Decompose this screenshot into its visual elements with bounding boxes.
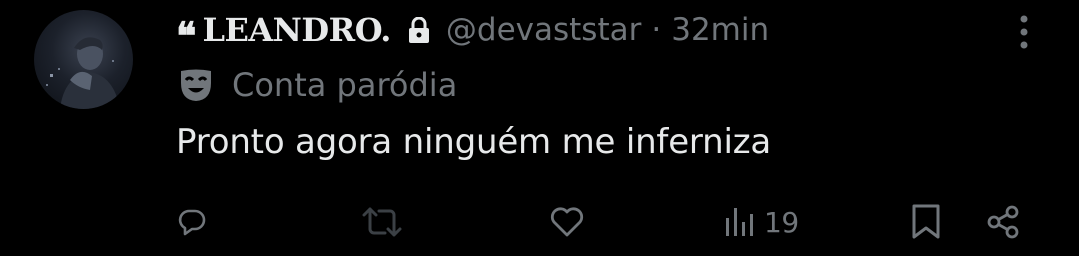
retweet-button[interactable] — [361, 198, 403, 246]
theater-mask-icon — [178, 67, 214, 103]
name-prefix-glyph: ❝ — [176, 13, 197, 58]
timestamp[interactable]: 32min — [671, 12, 769, 48]
views-bar-chart-icon — [724, 206, 756, 238]
tweet-header: ❝ LEANDRO. @devaststar · 32min — [176, 8, 769, 58]
bookmark-icon — [910, 203, 942, 241]
views-button[interactable]: 19 — [724, 198, 799, 246]
share-button[interactable] — [986, 198, 1022, 246]
avatar[interactable] — [34, 10, 133, 109]
more-options-icon[interactable] — [1010, 12, 1038, 52]
retweet-icon — [361, 205, 403, 239]
lock-icon — [408, 17, 430, 43]
display-name[interactable]: LEANDRO. — [202, 11, 391, 49]
tweet[interactable]: ❝ LEANDRO. @devaststar · 32min Conta par… — [0, 0, 1079, 256]
avatar-image — [46, 37, 120, 109]
parody-badge: Conta paródia — [178, 62, 457, 108]
views-count: 19 — [764, 205, 799, 239]
like-button[interactable] — [549, 198, 585, 246]
bookmark-button[interactable] — [910, 198, 942, 246]
reply-button[interactable] — [178, 198, 206, 246]
tweet-text: Pronto agora ninguém me inferniza — [176, 122, 771, 162]
reply-icon — [178, 208, 206, 236]
share-icon — [986, 204, 1022, 240]
user-handle[interactable]: @devaststar — [446, 12, 641, 48]
parody-label: Conta paródia — [232, 66, 458, 104]
heart-icon — [549, 206, 585, 238]
separator-dot: · — [651, 12, 662, 48]
